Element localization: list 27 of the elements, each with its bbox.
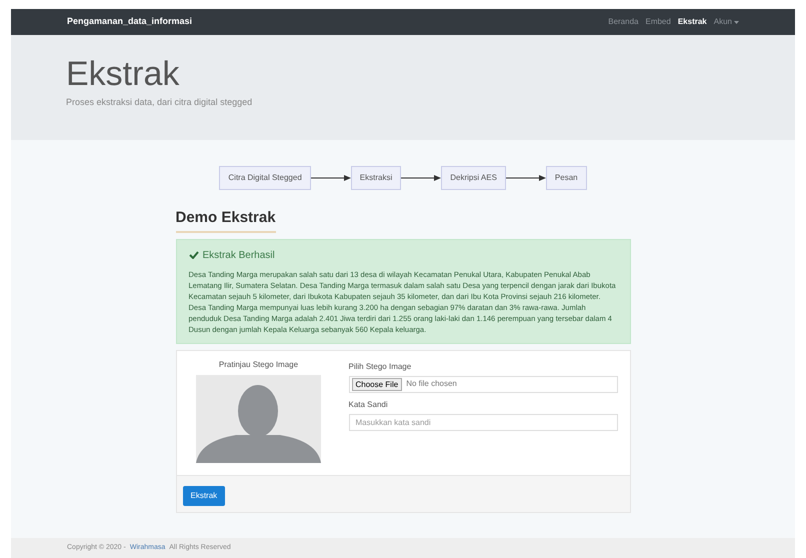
arrow-icon: [310, 174, 351, 182]
password-field[interactable]: Masukkan kata sandi: [348, 414, 618, 430]
preview-label: Pratinjau Stego Image: [218, 358, 298, 370]
arrow-icon: [401, 174, 442, 182]
page-subtitle: Proses ekstraksi data, dari citra digital stegged: [66, 96, 254, 109]
flow-step: Pesan: [546, 166, 587, 190]
file-input[interactable]: Choose File No file chosen: [348, 376, 618, 392]
page-title: Ekstrak: [66, 54, 180, 95]
arrow-icon: [506, 174, 546, 182]
flow-step: Dekripsi AES: [441, 166, 506, 190]
file-status: No file chosen: [406, 378, 457, 390]
alert-title: Ekstrak Berhasil: [202, 248, 275, 262]
caret-icon: [734, 20, 739, 24]
nav-link[interactable]: Beranda: [608, 16, 638, 28]
check-icon: [188, 251, 198, 259]
nav-link[interactable]: Akun: [714, 16, 739, 28]
extract-button[interactable]: Ekstrak: [182, 486, 226, 506]
section-title: Demo Ekstrak: [176, 207, 276, 232]
password-label: Kata Sandi: [348, 398, 389, 410]
nav-link[interactable]: Embed: [645, 16, 671, 28]
file-label: Pilih Stego Image: [348, 360, 412, 372]
choose-file-button[interactable]: Choose File: [352, 378, 402, 390]
flow-step: Citra Digital Stegged: [219, 166, 311, 190]
flow-step: Ekstraksi: [350, 166, 402, 190]
avatar-icon: [196, 374, 321, 462]
brand[interactable]: Pengamanan_data_informasi: [67, 15, 192, 29]
nav-link[interactable]: Ekstrak: [678, 16, 707, 28]
